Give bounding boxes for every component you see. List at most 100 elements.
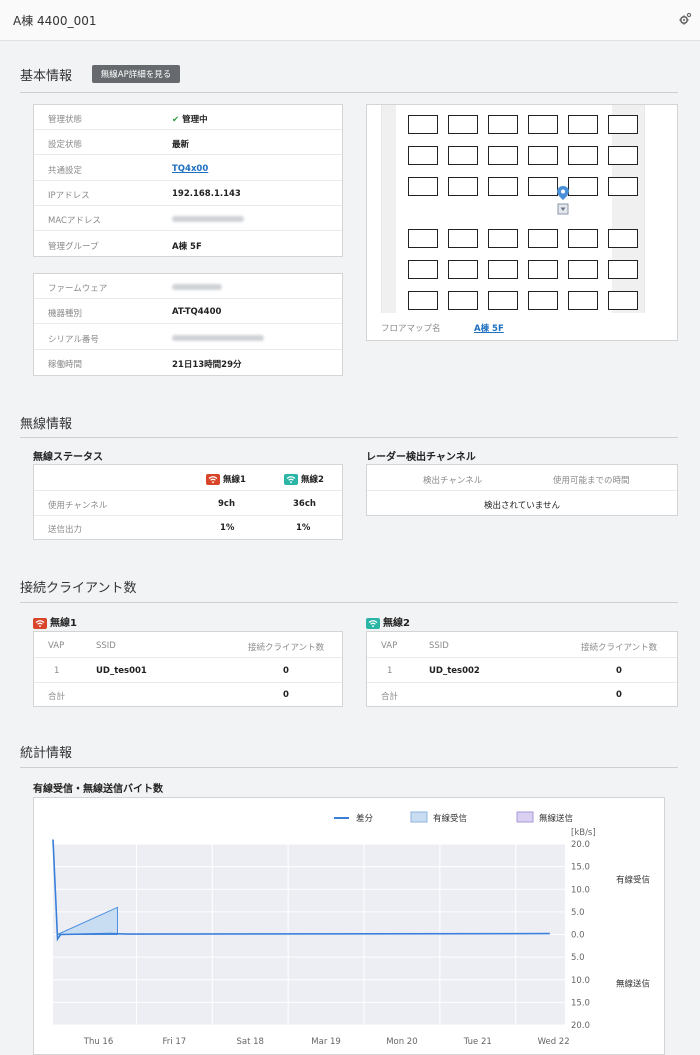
device-row: 稼働時間 21日13時間29分: [34, 350, 342, 375]
y-tick-label: 15.0: [571, 863, 590, 873]
room-block: [408, 115, 438, 134]
row-key: 送信出力: [48, 525, 83, 535]
col-count: 接続クライアント数: [248, 643, 325, 653]
row-key: 使用チャンネル: [48, 501, 108, 511]
room-block: [528, 115, 558, 134]
room-block: [488, 177, 518, 196]
common-setting-link[interactable]: TQ4x00: [172, 164, 208, 174]
wireless-status-title: 無線ステータス: [33, 452, 103, 463]
vap-value: 1: [54, 666, 60, 676]
radio1-label: 無線1: [223, 475, 246, 485]
floor-map-link[interactable]: A棟 5F: [474, 322, 504, 334]
y-tick-label: 0.0: [571, 931, 585, 941]
stats-title: 統計情報: [20, 746, 73, 761]
room-block: [608, 291, 638, 310]
radar-table: 検出チャンネル 使用可能までの時間 検出されていません: [366, 464, 678, 516]
floor-map[interactable]: [381, 105, 645, 313]
status-row: 管理グループ A棟 5F: [34, 232, 342, 257]
x-tick-label: Sat 18: [236, 1037, 263, 1047]
room-block: [528, 291, 558, 310]
room-block: [448, 260, 478, 279]
count-value: 0: [616, 666, 622, 676]
col-ssid: SSID: [96, 641, 116, 651]
legend-swatch-wireless: [516, 811, 534, 823]
map-margin: [382, 105, 396, 313]
row-key: 設定状態: [48, 140, 83, 150]
room-block: [608, 115, 638, 134]
map-margin: [612, 105, 644, 313]
chart-title: 有線受信・無線送信バイト数: [33, 784, 163, 795]
room-block: [408, 260, 438, 279]
wireless-info-title: 無線情報: [20, 417, 73, 432]
col-vap: VAP: [48, 641, 65, 651]
y-tick-label: 20.0: [571, 840, 590, 850]
radar-empty-message: 検出されていません: [484, 501, 560, 511]
room-block: [448, 229, 478, 248]
room-block: [488, 146, 518, 165]
legend-swatch-wired: [410, 811, 428, 823]
radio1-channel: 9ch: [218, 499, 236, 509]
room-block: [528, 260, 558, 279]
row-key: 管理グループ: [48, 242, 99, 252]
room-block: [528, 146, 558, 165]
room-block: [568, 115, 598, 134]
room-block: [568, 146, 598, 165]
room-block: [488, 229, 518, 248]
manage-status-value: 管理中: [182, 115, 208, 125]
room-block: [608, 260, 638, 279]
status-row: 共通設定 TQ4x00: [34, 156, 342, 181]
floor-map-label: フロアマップ名: [381, 324, 441, 334]
radio2-power: 1%: [296, 523, 311, 533]
col-vap: VAP: [381, 641, 398, 651]
room-block: [448, 291, 478, 310]
wireless-status-table: 無線1 無線2 使用チャンネル 9ch 36ch 送信出力 1% 1%: [33, 464, 343, 540]
row-value: 192.168.1.143: [172, 189, 241, 199]
upper-axis-label: 有線受信: [616, 874, 651, 885]
device-row: 機器種別 AT-TQ4400: [34, 299, 342, 324]
radio1-client-table: VAP SSID 接続クライアント数 1 UD_tes001 0 合計 0: [33, 631, 343, 707]
radar-col-time: 使用可能までの時間: [553, 476, 630, 486]
section-divider: [20, 767, 678, 768]
divider: [34, 657, 342, 658]
vap-value: 1: [387, 666, 393, 676]
status-row: IPアドレス 192.168.1.143: [34, 181, 342, 206]
wifi-icon: [284, 474, 298, 485]
radar-col-channel: 検出チャンネル: [423, 476, 483, 486]
serial-redacted: [172, 333, 264, 344]
row-value: ✔ 管理中: [172, 113, 208, 125]
radio1-header: 無線1: [206, 473, 246, 485]
row-key: IPアドレス: [48, 191, 90, 201]
col-ssid: SSID: [429, 641, 449, 651]
room-block: [608, 146, 638, 165]
ap-location-pin-icon[interactable]: [556, 185, 570, 217]
legend-label: 有線受信: [433, 813, 468, 824]
row-key: シリアル番号: [48, 335, 99, 345]
y-tick-label: 10.0: [571, 976, 590, 986]
traffic-chart[interactable]: 20.0 15.0 10.0 5.0 0.0 5.0 10.0 15.0 20.0 [kB/s] T…: [34, 798, 666, 1055]
y-tick-label: 10.0: [571, 885, 590, 895]
x-tick-label: Tue 21: [463, 1037, 492, 1047]
radio1-title-label: 無線1: [50, 618, 77, 629]
x-tick-label: Fri 17: [163, 1037, 187, 1047]
room-block: [488, 291, 518, 310]
section-divider: [20, 92, 678, 93]
section-divider: [20, 602, 678, 603]
floor-map-panel: フロアマップ名 A棟 5F: [366, 104, 678, 341]
room-block: [608, 177, 638, 196]
x-tick-label: Thu 16: [83, 1037, 113, 1047]
status-panel: 管理状態 ✔ 管理中 設定状態 最新 共通設定 TQ4x00 IPアドレス 192…: [33, 104, 343, 257]
page-title: A棟 4400_001: [13, 14, 97, 28]
lower-axis-label: 無線送信: [616, 979, 651, 990]
divider: [34, 490, 342, 491]
room-block: [608, 229, 638, 248]
ap-detail-button[interactable]: 無線AP詳細を見る: [92, 65, 180, 83]
gear-icon[interactable]: [678, 12, 692, 26]
radio2-header: 無線2: [284, 473, 324, 485]
room-block: [528, 229, 558, 248]
room-block: [528, 177, 558, 196]
room-block: [488, 260, 518, 279]
room-block: [448, 146, 478, 165]
room-block: [568, 291, 598, 310]
row-value: A棟 5F: [172, 242, 202, 252]
room-block: [488, 115, 518, 134]
